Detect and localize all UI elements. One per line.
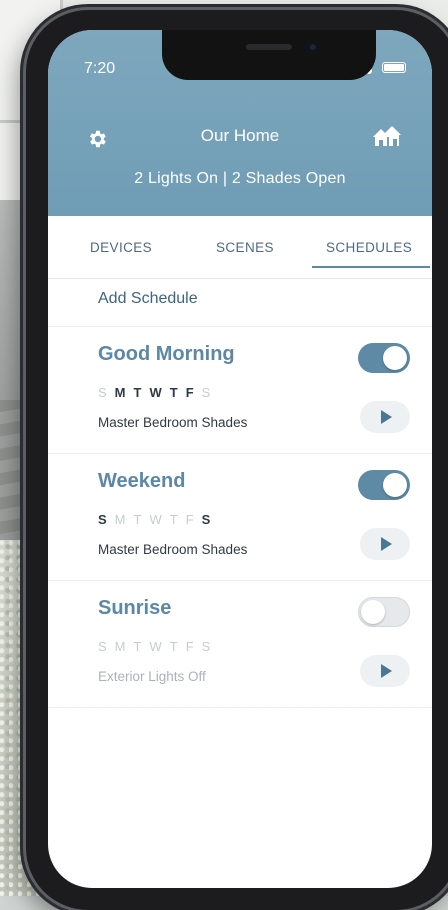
status-time: 7:20 — [84, 60, 116, 77]
day-letter: F — [185, 512, 197, 527]
schedule-name: Sunrise — [98, 597, 172, 619]
schedule-item[interactable]: Sunrise S M T W T F S Exterior Lights Off — [48, 581, 432, 708]
day-letter: F — [185, 639, 197, 654]
day-letter: S — [201, 512, 214, 527]
schedule-item[interactable]: Weekend S M T W T F S Master Bedroom Shades — [48, 454, 432, 581]
tab-scenes[interactable]: SCENES — [216, 240, 274, 255]
schedule-days: SMTWTFS — [98, 639, 218, 654]
day-letter: W — [149, 512, 165, 527]
schedule-device: Master Bedroom Shades — [98, 415, 248, 430]
day-letter: S — [201, 385, 214, 400]
day-letter: F — [185, 385, 197, 400]
day-letter: S — [98, 512, 110, 527]
tab-devices[interactable]: DEVICES — [90, 240, 152, 255]
day-letter: T — [133, 512, 145, 527]
tab-schedules[interactable]: SCHEDULES — [311, 240, 431, 268]
day-letter: S — [98, 385, 110, 400]
day-letter: M — [114, 512, 129, 527]
schedule-toggle[interactable] — [358, 470, 410, 500]
phone-notch — [162, 30, 376, 80]
front-camera — [307, 41, 319, 53]
schedule-days: SMTWTFS — [98, 512, 218, 527]
schedule-device: Master Bedroom Shades — [98, 542, 248, 557]
add-schedule-link[interactable]: Add Schedule — [98, 290, 198, 308]
schedule-days: SMTWTFS — [98, 385, 218, 400]
day-letter: T — [133, 385, 145, 400]
schedule-name: Weekend — [98, 470, 186, 492]
phone-screen: 7:20 Our Home 2 Lights On | 2 Shades Ope… — [48, 30, 432, 888]
speaker-grille — [246, 44, 292, 50]
day-letter: W — [149, 639, 165, 654]
play-icon[interactable] — [360, 528, 410, 560]
phone-frame: 7:20 Our Home 2 Lights On | 2 Shades Ope… — [26, 10, 448, 910]
toggle-knob — [383, 346, 407, 370]
day-letter: T — [169, 385, 181, 400]
home-summary: 2 Lights On | 2 Shades Open — [134, 170, 346, 187]
battery-icon — [382, 62, 406, 73]
toggle-knob — [383, 473, 407, 497]
schedule-toggle[interactable] — [358, 343, 410, 373]
day-letter: T — [133, 639, 145, 654]
schedule-device: Exterior Lights Off — [98, 669, 206, 684]
day-letter: T — [169, 639, 181, 654]
toggle-knob — [361, 600, 385, 624]
house-icon[interactable] — [372, 124, 402, 150]
day-letter: T — [169, 512, 181, 527]
tab-bar: DEVICES SCENES SCHEDULES — [48, 216, 432, 279]
day-letter: S — [98, 639, 110, 654]
day-letter: S — [201, 639, 214, 654]
add-schedule-row[interactable]: Add Schedule — [48, 278, 432, 327]
schedule-name: Good Morning — [98, 343, 235, 365]
play-icon[interactable] — [360, 655, 410, 687]
schedule-toggle[interactable] — [358, 597, 410, 627]
day-letter: W — [149, 385, 165, 400]
day-letter: M — [114, 385, 129, 400]
day-letter: M — [114, 639, 129, 654]
schedule-item[interactable]: Good Morning S M T W T F S Master Bedroom Shades — [48, 327, 432, 454]
play-icon[interactable] — [360, 401, 410, 433]
